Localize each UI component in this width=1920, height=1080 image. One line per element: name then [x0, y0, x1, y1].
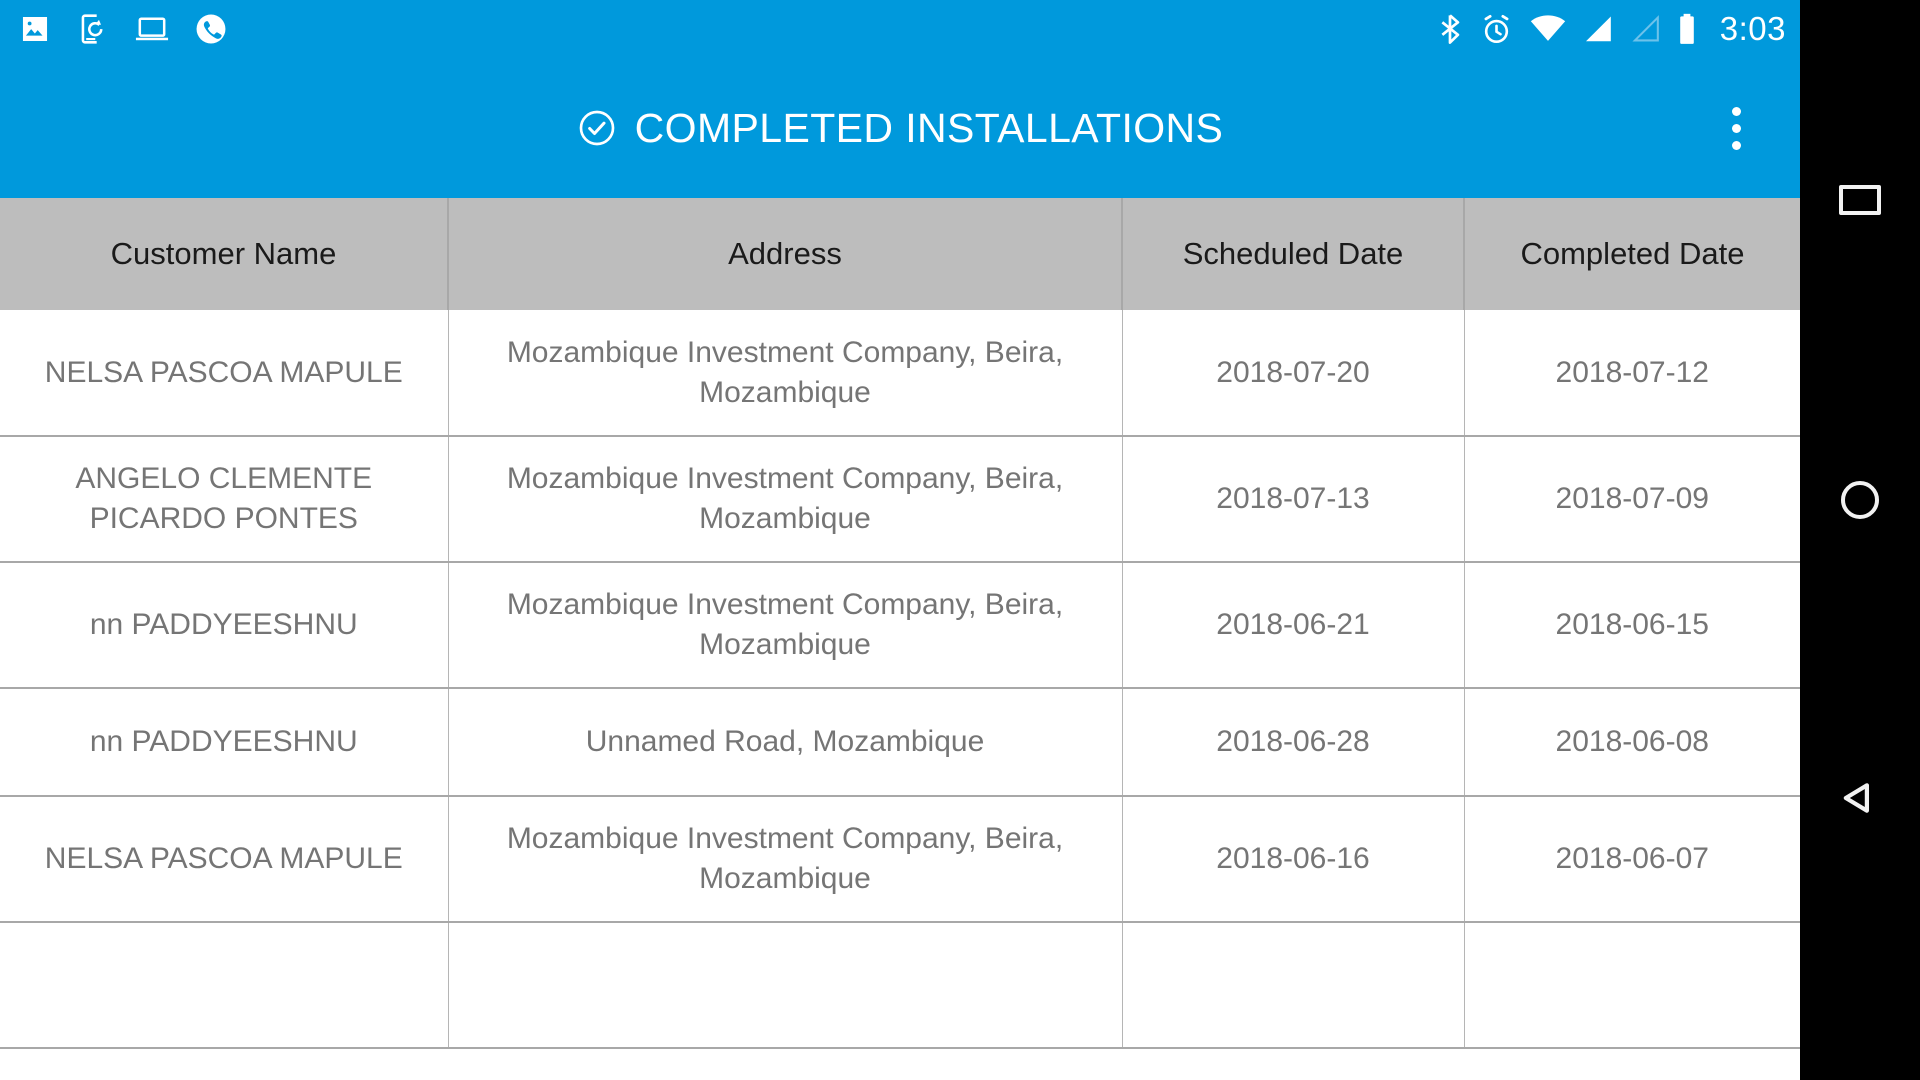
cell-address: Mozambique Investment Company, Beira, Mo… — [448, 562, 1123, 689]
installations-table: Customer Name Address Scheduled Date Com… — [0, 198, 1800, 1049]
recents-button[interactable] — [1800, 150, 1920, 250]
cell-address: Mozambique Investment Company, Beira, Mo… — [448, 796, 1123, 923]
column-header-scheduled-date[interactable]: Scheduled Date — [1122, 198, 1465, 310]
cell-scheduled-date: 2018-06-28 — [1122, 688, 1465, 797]
phone-call-icon — [194, 12, 228, 46]
column-header-completed-date[interactable]: Completed Date — [1464, 198, 1800, 310]
check-circle-icon — [577, 108, 617, 148]
home-button[interactable] — [1800, 450, 1920, 550]
cell-customer-name: NELSA PASCOA MAPULE — [0, 310, 449, 437]
app-bar-title-group: COMPLETED INSTALLATIONS — [577, 105, 1224, 152]
cell-scheduled-date — [1122, 922, 1465, 1049]
overflow-dot — [1731, 106, 1741, 116]
image-icon — [18, 12, 52, 46]
cell-customer-name: ANGELO CLEMENTE PICARDO PONTES — [0, 436, 449, 563]
table-row[interactable] — [0, 922, 1800, 1049]
alarm-icon — [1480, 13, 1513, 46]
column-header-customer-name[interactable]: Customer Name — [0, 198, 449, 310]
cell-address: Unnamed Road, Mozambique — [448, 688, 1123, 797]
cell-scheduled-date: 2018-07-20 — [1122, 310, 1465, 437]
bluetooth-icon — [1437, 12, 1463, 46]
system-navigation-bar — [1800, 0, 1920, 1080]
battery-icon — [1677, 12, 1697, 46]
status-bar-clock: 3:03 — [1719, 10, 1786, 47]
table-header: Customer Name Address Scheduled Date Com… — [0, 198, 1800, 310]
cell-completed-date: 2018-07-09 — [1464, 436, 1800, 563]
table-row[interactable]: nn PADDYEESHNU Mozambique Investment Com… — [0, 562, 1800, 689]
signal-full-icon — [1583, 15, 1613, 43]
table-row[interactable]: NELSA PASCOA MAPULE Mozambique Investmen… — [0, 310, 1800, 437]
wifi-icon — [1530, 15, 1566, 43]
android-screen: 3:03 COMPLETED INSTALLATIONS Customer Na… — [0, 0, 1920, 1080]
phone-sync-icon — [76, 12, 110, 46]
square-icon — [1839, 185, 1881, 215]
cell-scheduled-date: 2018-06-21 — [1122, 562, 1465, 689]
signal-empty-icon — [1630, 15, 1660, 43]
cell-completed-date: 2018-06-07 — [1464, 796, 1800, 923]
cell-address: Mozambique Investment Company, Beira, Mo… — [448, 310, 1123, 437]
column-header-address[interactable]: Address — [448, 198, 1123, 310]
cell-customer-name — [0, 922, 449, 1049]
table-row[interactable]: ANGELO CLEMENTE PICARDO PONTES Mozambiqu… — [0, 436, 1800, 563]
cell-completed-date — [1464, 922, 1800, 1049]
table-body: NELSA PASCOA MAPULE Mozambique Investmen… — [0, 310, 1800, 1049]
cell-scheduled-date: 2018-06-16 — [1122, 796, 1465, 923]
cell-address — [448, 922, 1123, 1049]
cell-customer-name: nn PADDYEESHNU — [0, 688, 449, 797]
status-bar: 3:03 — [0, 0, 1800, 58]
circle-icon — [1841, 481, 1879, 519]
cell-customer-name: nn PADDYEESHNU — [0, 562, 449, 689]
page-title: COMPLETED INSTALLATIONS — [634, 104, 1224, 151]
installations-table-container[interactable]: Customer Name Address Scheduled Date Com… — [0, 198, 1800, 1080]
table-row[interactable]: nn PADDYEESHNU Unnamed Road, Mozambique … — [0, 688, 1800, 797]
table-row[interactable]: NELSA PASCOA MAPULE Mozambique Investmen… — [0, 796, 1800, 923]
table-header-row: Customer Name Address Scheduled Date Com… — [0, 198, 1800, 310]
cell-address: Mozambique Investment Company, Beira, Mo… — [448, 436, 1123, 563]
overflow-dot — [1731, 123, 1741, 133]
app-viewport: 3:03 COMPLETED INSTALLATIONS Customer Na… — [0, 0, 1800, 1080]
app-bar: COMPLETED INSTALLATIONS — [0, 58, 1800, 198]
back-triangle-icon — [1837, 775, 1883, 826]
back-button[interactable] — [1800, 750, 1920, 850]
laptop-icon — [134, 12, 170, 46]
overflow-dot — [1731, 140, 1741, 150]
cell-customer-name: NELSA PASCOA MAPULE — [0, 796, 449, 923]
cell-completed-date: 2018-06-15 — [1464, 562, 1800, 689]
cell-completed-date: 2018-06-08 — [1464, 688, 1800, 797]
overflow-menu-button[interactable] — [1714, 96, 1758, 160]
status-bar-left-icons — [18, 12, 228, 46]
cell-scheduled-date: 2018-07-13 — [1122, 436, 1465, 563]
cell-completed-date: 2018-07-12 — [1464, 310, 1800, 437]
status-bar-right-icons: 3:03 — [1437, 10, 1786, 48]
